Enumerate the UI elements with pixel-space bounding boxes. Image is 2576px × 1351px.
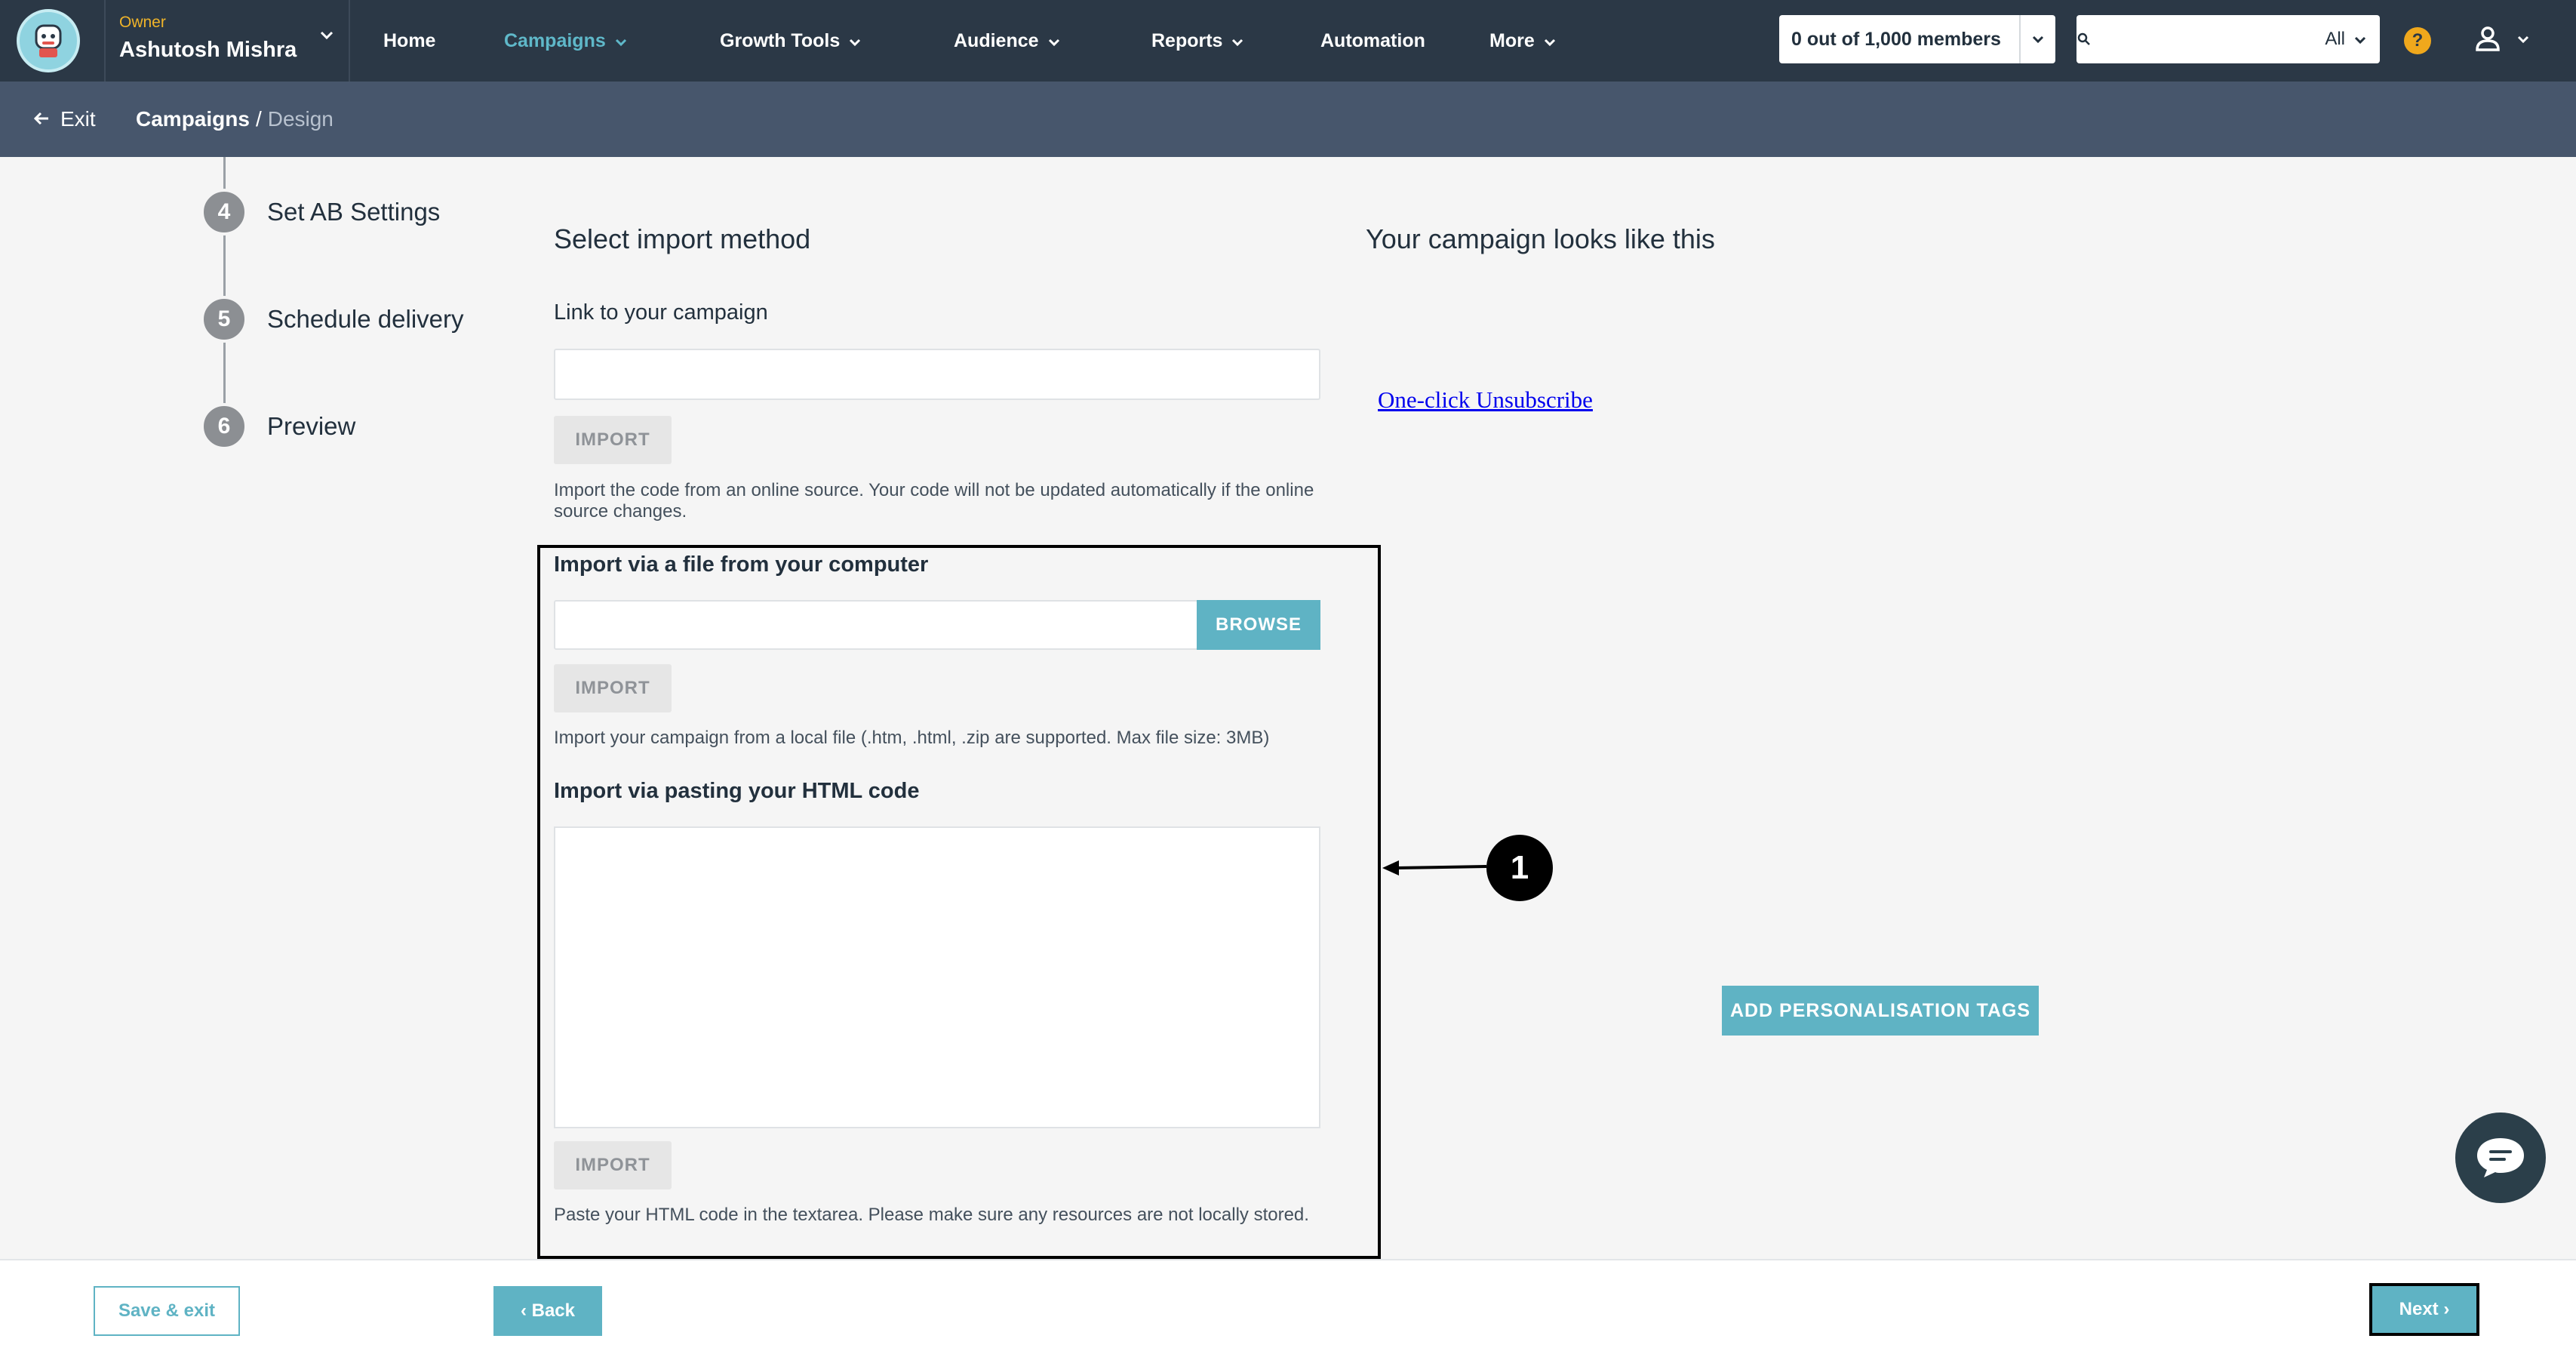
nav-reports-label: Reports (1151, 29, 1223, 51)
html-code-textarea[interactable] (554, 826, 1320, 1128)
exit-button[interactable]: Exit (33, 107, 96, 131)
chevron-down-icon (1231, 30, 1243, 52)
file-path-input[interactable] (554, 600, 1198, 650)
step-schedule-delivery[interactable]: 5 Schedule delivery (201, 296, 464, 343)
browse-button[interactable]: BROWSE (1197, 600, 1320, 650)
step-number: 6 (201, 403, 247, 450)
import-file-button[interactable]: IMPORT (554, 664, 672, 712)
back-button[interactable]: ‹ Back (493, 1286, 602, 1336)
file-import-label: Import via a file from your computer (554, 552, 929, 577)
add-personalisation-tags-button[interactable]: ADD PERSONALISATION TAGS (1722, 986, 2039, 1036)
import-paste-button[interactable]: IMPORT (554, 1141, 672, 1189)
step-label: Set AB Settings (267, 198, 441, 226)
nav-home-label: Home (383, 29, 436, 51)
chevron-down-icon (1544, 30, 1556, 52)
breadcrumb-design: Design (267, 107, 334, 131)
step-preview[interactable]: 6 Preview (201, 403, 355, 450)
arrow-left-icon (33, 107, 50, 131)
link-label: Link to your campaign (554, 300, 768, 325)
nav-campaigns-label: Campaigns (504, 29, 606, 51)
chevron-down-icon (1048, 30, 1060, 52)
owner-role: Owner (119, 14, 166, 31)
nav-home[interactable]: Home (383, 0, 435, 82)
import-link-button[interactable]: IMPORT (554, 416, 672, 464)
preview-title: Your campaign looks like this (1366, 223, 1715, 254)
next-button[interactable]: Next › (2369, 1283, 2479, 1336)
callout-badge-1: 1 (1486, 835, 1553, 901)
import-section-title: Select import method (554, 223, 811, 254)
breadcrumb-campaigns[interactable]: Campaigns (136, 107, 250, 131)
members-count: 0 out of 1,000 members (1791, 28, 2001, 50)
search-scope-dropdown[interactable]: All (2325, 29, 2380, 50)
search-input[interactable] (2091, 17, 2325, 62)
nav-automation[interactable]: Automation (1320, 0, 1425, 82)
campaign-link-input[interactable] (554, 349, 1320, 400)
account-switcher[interactable]: Owner Ashutosh Mishra (104, 0, 350, 82)
chat-icon[interactable] (2455, 1112, 2546, 1203)
chevron-down-icon (615, 30, 627, 52)
step-number: 5 (201, 296, 247, 343)
breadcrumb-separator: / (255, 107, 262, 131)
logo-icon[interactable] (17, 9, 80, 72)
members-count-dropdown[interactable]: 0 out of 1,000 members (1779, 15, 2055, 63)
search-scope-label: All (2325, 29, 2345, 49)
callout-arrow-1 (1382, 860, 1487, 876)
exit-label: Exit (60, 107, 96, 131)
nav-audience-label: Audience (954, 29, 1039, 51)
breadcrumb: Campaigns / Design (136, 107, 334, 131)
nav-growth-tools[interactable]: Growth Tools (720, 0, 861, 82)
step-label: Schedule delivery (267, 305, 464, 333)
nav-audience[interactable]: Audience (954, 0, 1060, 82)
owner-name: Ashutosh Mishra (119, 38, 297, 62)
step-number: 4 (201, 189, 247, 235)
user-icon (2475, 26, 2501, 55)
user-menu[interactable] (2475, 26, 2529, 55)
paste-help-text: Paste your HTML code in the textarea. Pl… (554, 1205, 1309, 1225)
editor-subbar: Exit Campaigns / Design (0, 82, 2576, 157)
file-help-text: Import your campaign from a local file (… (554, 728, 1270, 748)
nav-campaigns[interactable]: Campaigns (504, 0, 627, 82)
nav-more-label: More (1489, 29, 1535, 51)
step-set-ab-settings[interactable]: 4 Set AB Settings (201, 189, 440, 235)
step-label: Preview (267, 412, 356, 440)
chevron-down-icon (320, 30, 334, 44)
nav-automation-label: Automation (1320, 29, 1425, 51)
paste-import-label: Import via pasting your HTML code (554, 779, 920, 803)
help-icon[interactable]: ? (2404, 27, 2431, 54)
link-help-text: Import the code from an online source. Y… (554, 480, 1314, 522)
nav-more[interactable]: More (1489, 0, 1556, 82)
chevron-down-icon (2517, 34, 2529, 48)
nav-growth-tools-label: Growth Tools (720, 29, 841, 51)
save-exit-button[interactable]: Save & exit (94, 1286, 240, 1336)
global-search: All (2076, 15, 2380, 63)
footer-bar: Save & exit ‹ Back Next › (0, 1259, 2576, 1351)
chevron-down-icon (2354, 29, 2366, 50)
search-icon (2076, 32, 2091, 46)
chevron-down-icon (849, 30, 861, 52)
top-navigation: Owner Ashutosh Mishra Home Campaigns Gro… (0, 0, 2576, 82)
chevron-down-icon[interactable] (2019, 15, 2055, 63)
unsubscribe-link[interactable]: One-click Unsubscribe (1378, 386, 1593, 414)
nav-reports[interactable]: Reports (1151, 0, 1243, 82)
